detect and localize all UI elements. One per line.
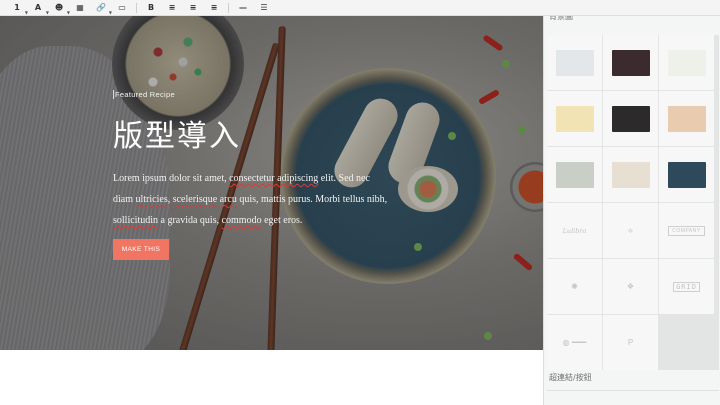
thumb-dish <box>611 105 650 132</box>
emoji-icon-glyph: ☻ <box>54 3 64 12</box>
thumbnail-cell[interactable]: GRID <box>659 259 714 314</box>
thumb-croissant <box>667 105 706 132</box>
thumbnail-cell[interactable]: COMPANY <box>659 203 714 258</box>
text-color-icon[interactable]: A ▼ <box>31 1 49 15</box>
align-justify-icon[interactable]: ≡ <box>207 1 221 15</box>
link-icon[interactable]: 🔗 ▼ <box>94 1 112 15</box>
heading-icon[interactable]: 1 ▼ <box>10 1 28 15</box>
bold-icon-glyph: B <box>147 3 155 12</box>
align-left-icon-glyph: ≡ <box>168 3 176 12</box>
thumbnail-cell[interactable]: ✺ <box>547 259 602 314</box>
logo-ornament: ✺ <box>571 282 578 291</box>
align-left-icon[interactable]: ≡ <box>165 1 179 15</box>
horizontal-rule-icon[interactable]: — <box>236 1 250 15</box>
logo-mark-a: ⟡ <box>627 225 634 235</box>
table-icon[interactable]: ▦ <box>73 1 87 15</box>
thumb-juice <box>555 105 594 132</box>
hero-title[interactable]: 版型導入 <box>113 111 241 155</box>
thumb-candles <box>611 49 650 76</box>
list-icon-glyph: ☰ <box>260 3 268 12</box>
make-this-button[interactable]: MAKE THIS <box>113 239 169 260</box>
body-text-run: a gravida quis, <box>158 215 222 226</box>
chevron-down-icon: ▼ <box>45 9 49 15</box>
background-image-panel: 背景圖 Lulibra ⟡ COMPANY ✺ ❖ GRID ◍ ━━━ P 超連結/按鈕 <box>543 0 720 405</box>
align-justify-icon-glyph: ≡ <box>210 3 218 12</box>
hero-eyebrow[interactable]: Featured Recipe <box>113 90 175 99</box>
logo-emblem: ❖ <box>626 282 635 291</box>
align-center-icon-glyph: ≡ <box>189 3 197 12</box>
thumbnail-cell[interactable]: ◍ ━━━ <box>547 315 602 370</box>
thumbnail-cell[interactable]: Lulibra <box>547 203 602 258</box>
misspelled-word: scelerisque <box>172 194 218 205</box>
table-icon-glyph: ▦ <box>76 3 84 12</box>
toolbar-separator <box>228 2 229 13</box>
hero-section[interactable]: Featured Recipe 版型導入 Lorem ipsum dolor s… <box>0 16 545 350</box>
misspelled-word: arcu <box>219 194 237 205</box>
chevron-down-icon: ▼ <box>66 9 70 15</box>
logo-grid: GRID <box>673 281 700 292</box>
align-center-icon[interactable]: ≡ <box>186 1 200 15</box>
media-icon-glyph: ▭ <box>118 3 126 12</box>
thumbnail-cell[interactable] <box>603 91 658 146</box>
hero-body-text[interactable]: Lorem ipsum dolor sit amet, consectetur … <box>113 168 391 231</box>
logo-monogram: P <box>627 338 634 347</box>
misspelled-word: sollicitudin <box>113 215 158 226</box>
link-icon-glyph: 🔗 <box>96 3 106 12</box>
chevron-down-icon: ▼ <box>108 9 112 15</box>
thumb-broccoli <box>667 49 706 76</box>
thumb-cake <box>611 161 650 188</box>
bold-icon[interactable]: B <box>144 1 158 15</box>
thumbnail-cell[interactable] <box>603 35 658 90</box>
emoji-icon[interactable]: ☻ ▼ <box>52 1 70 15</box>
body-text-run: eget eros. <box>261 215 303 226</box>
logo-wide: ◍ ━━━ <box>562 338 587 347</box>
thumbnail-cell[interactable] <box>659 91 714 146</box>
chevron-down-icon: ▼ <box>24 9 28 15</box>
misspelled-word: ultricies <box>135 194 168 205</box>
thumbnail-cell[interactable] <box>547 35 602 90</box>
body-text-run: quis, mattis purus. Morbi tellus nibh, <box>236 194 388 205</box>
thumbnail-cell[interactable]: ⟡ <box>603 203 658 258</box>
misspelled-word: consectetur adipiscing <box>229 173 319 184</box>
misspelled-word: commodo <box>221 215 262 226</box>
thumbnail-cell[interactable] <box>547 91 602 146</box>
thumbnail-cell[interactable] <box>659 35 714 90</box>
horizontal-rule-icon-glyph: — <box>239 3 247 12</box>
thumbnail-cell[interactable] <box>659 147 714 202</box>
thumbnail-cell[interactable]: P <box>603 315 658 370</box>
logo-boxed: COMPANY <box>668 225 705 236</box>
thumbnail-cell[interactable] <box>547 147 602 202</box>
thumbnail-cell[interactable]: ❖ <box>603 259 658 314</box>
thumbnail-cell[interactable] <box>603 147 658 202</box>
editor-toolbar: 1 ▼ A ▼ ☻ ▼ ▦ 🔗 ▼ ▭ B ≡ ≡ ≡ — ☰ <box>0 0 720 16</box>
text-color-icon-glyph: A <box>34 3 42 12</box>
toolbar-separator <box>136 2 137 13</box>
heading-icon-glyph: 1 <box>14 3 20 12</box>
body-text-run: Lorem ipsum dolor sit amet, <box>113 173 230 184</box>
logo-script: Lulibra <box>562 226 587 235</box>
panel-section-hyperlink-button[interactable]: 超連結/按鈕 <box>549 372 592 383</box>
thumb-shrimp-platter <box>555 161 594 188</box>
list-icon[interactable]: ☰ <box>257 1 271 15</box>
media-icon[interactable]: ▭ <box>115 1 129 15</box>
thumb-milk <box>555 49 594 76</box>
background-thumbnail-grid: Lulibra ⟡ COMPANY ✺ ❖ GRID ◍ ━━━ P <box>547 35 719 370</box>
panel-divider <box>547 390 719 391</box>
thumb-spring-rolls <box>667 161 706 188</box>
